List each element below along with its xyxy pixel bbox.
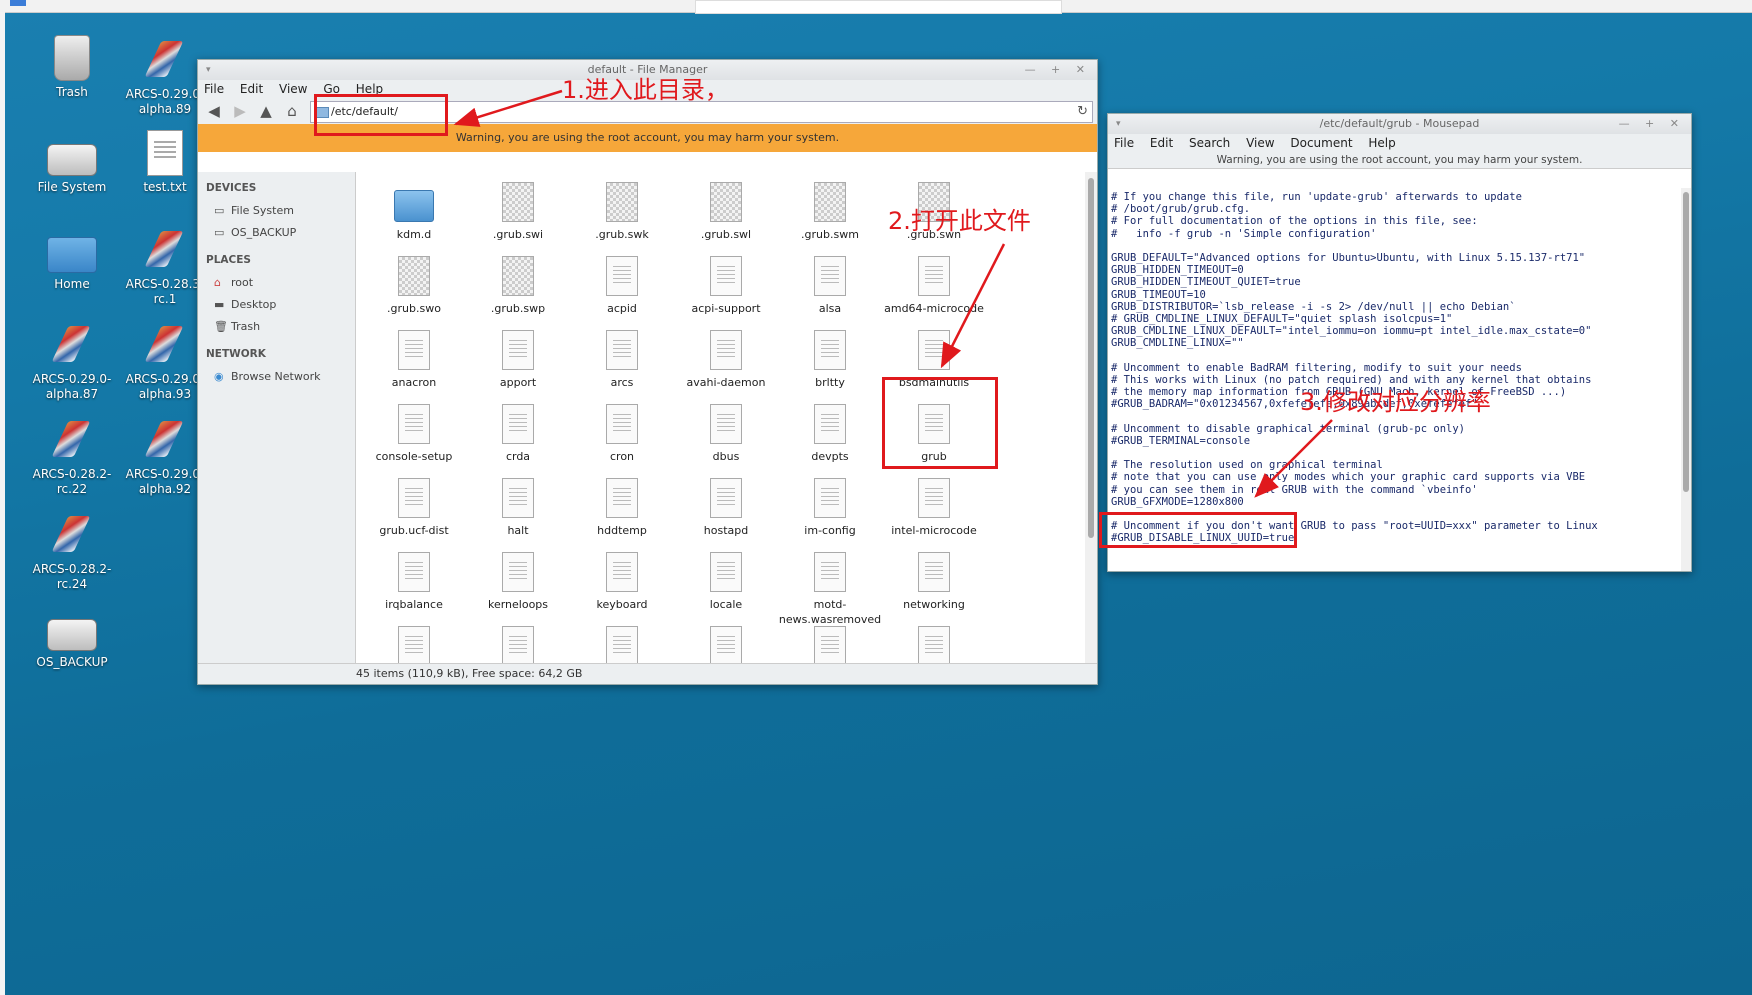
arrow-step2 (940, 243, 1006, 369)
annotation-arrows (453, 89, 1333, 498)
arrow-step1 (453, 89, 563, 127)
arrow-step3 (1254, 419, 1333, 498)
